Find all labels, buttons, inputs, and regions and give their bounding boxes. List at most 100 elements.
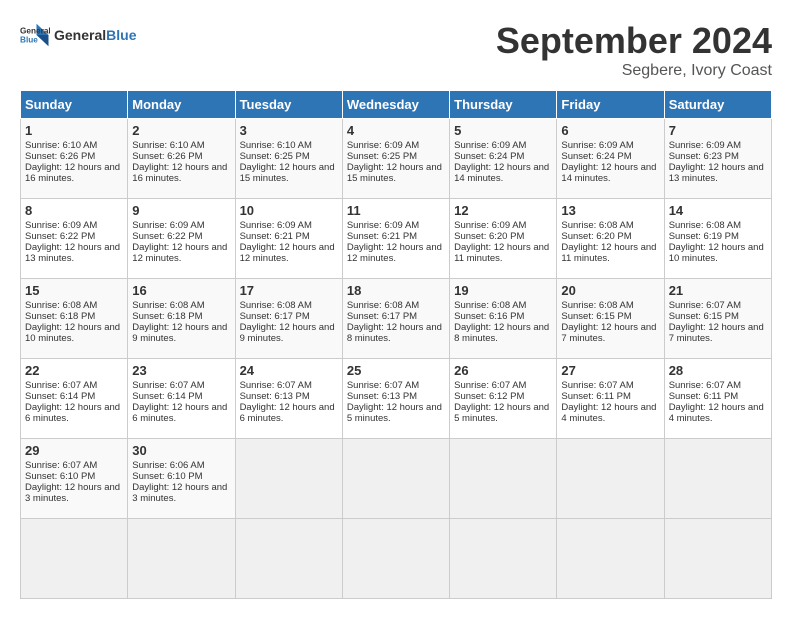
sunrise-label-10: Sunrise: 6:09 AM: [240, 220, 312, 231]
sunrise-label-28: Sunrise: 6:07 AM: [669, 380, 741, 391]
daylight-label-21: Daylight: 12 hours and 7 minutes.: [669, 322, 764, 344]
day-cell-7: 7 Sunrise: 6:09 AM Sunset: 6:23 PM Dayli…: [664, 119, 771, 199]
sunset-label-3: Sunset: 6:25 PM: [240, 151, 310, 162]
sunrise-label-26: Sunrise: 6:07 AM: [454, 380, 526, 391]
sunset-label-6: Sunset: 6:24 PM: [561, 151, 631, 162]
sunset-label-30: Sunset: 6:10 PM: [132, 471, 202, 482]
empty-cell: [557, 439, 664, 519]
empty-cell: [235, 519, 342, 599]
day-number-26: 26: [454, 363, 552, 378]
sunset-label-26: Sunset: 6:12 PM: [454, 391, 524, 402]
empty-cell: [21, 519, 128, 599]
sunset-label-21: Sunset: 6:15 PM: [669, 311, 739, 322]
daylight-label-5: Daylight: 12 hours and 14 minutes.: [454, 162, 549, 184]
sunrise-label-7: Sunrise: 6:09 AM: [669, 140, 741, 151]
sunrise-label-2: Sunrise: 6:10 AM: [132, 140, 204, 151]
day-cell-4: 4 Sunrise: 6:09 AM Sunset: 6:25 PM Dayli…: [342, 119, 449, 199]
day-number-3: 3: [240, 123, 338, 138]
daylight-label-16: Daylight: 12 hours and 9 minutes.: [132, 322, 227, 344]
daylight-label-28: Daylight: 12 hours and 4 minutes.: [669, 402, 764, 424]
day-cell-14: 14 Sunrise: 6:08 AM Sunset: 6:19 PM Dayl…: [664, 199, 771, 279]
sunrise-label-9: Sunrise: 6:09 AM: [132, 220, 204, 231]
day-number-8: 8: [25, 203, 123, 218]
sunset-label-28: Sunset: 6:11 PM: [669, 391, 739, 402]
day-number-18: 18: [347, 283, 445, 298]
empty-cell: [342, 439, 449, 519]
daylight-label-29: Daylight: 12 hours and 3 minutes.: [25, 482, 120, 504]
day-cell-16: 16 Sunrise: 6:08 AM Sunset: 6:18 PM Dayl…: [128, 279, 235, 359]
day-cell-11: 11 Sunrise: 6:09 AM Sunset: 6:21 PM Dayl…: [342, 199, 449, 279]
day-cell-5: 5 Sunrise: 6:09 AM Sunset: 6:24 PM Dayli…: [450, 119, 557, 199]
day-number-27: 27: [561, 363, 659, 378]
sunset-label-11: Sunset: 6:21 PM: [347, 231, 417, 242]
day-number-13: 13: [561, 203, 659, 218]
sunrise-label-15: Sunrise: 6:08 AM: [25, 300, 97, 311]
sunset-label-7: Sunset: 6:23 PM: [669, 151, 739, 162]
sunset-label-13: Sunset: 6:20 PM: [561, 231, 631, 242]
col-thursday: Thursday: [450, 91, 557, 119]
daylight-label-9: Daylight: 12 hours and 12 minutes.: [132, 242, 227, 264]
calendar-table: Sunday Monday Tuesday Wednesday Thursday…: [20, 90, 772, 599]
daylight-label-12: Daylight: 12 hours and 11 minutes.: [454, 242, 549, 264]
day-number-24: 24: [240, 363, 338, 378]
day-number-11: 11: [347, 203, 445, 218]
day-cell-10: 10 Sunrise: 6:09 AM Sunset: 6:21 PM Dayl…: [235, 199, 342, 279]
sunrise-label-29: Sunrise: 6:07 AM: [25, 460, 97, 471]
sunset-label-19: Sunset: 6:16 PM: [454, 311, 524, 322]
daylight-label-4: Daylight: 12 hours and 15 minutes.: [347, 162, 442, 184]
daylight-label-2: Daylight: 12 hours and 16 minutes.: [132, 162, 227, 184]
sunset-label-1: Sunset: 6:26 PM: [25, 151, 95, 162]
calendar-week-2: 8 Sunrise: 6:09 AM Sunset: 6:22 PM Dayli…: [21, 199, 772, 279]
sunset-label-29: Sunset: 6:10 PM: [25, 471, 95, 482]
daylight-label-8: Daylight: 12 hours and 13 minutes.: [25, 242, 120, 264]
col-tuesday: Tuesday: [235, 91, 342, 119]
daylight-label-24: Daylight: 12 hours and 6 minutes.: [240, 402, 335, 424]
col-monday: Monday: [128, 91, 235, 119]
sunrise-label-8: Sunrise: 6:09 AM: [25, 220, 97, 231]
day-number-7: 7: [669, 123, 767, 138]
daylight-label-25: Daylight: 12 hours and 5 minutes.: [347, 402, 442, 424]
sunrise-label-25: Sunrise: 6:07 AM: [347, 380, 419, 391]
daylight-label-15: Daylight: 12 hours and 10 minutes.: [25, 322, 120, 344]
daylight-label-18: Daylight: 12 hours and 8 minutes.: [347, 322, 442, 344]
day-cell-30: 30 Sunrise: 6:06 AM Sunset: 6:10 PM Dayl…: [128, 439, 235, 519]
day-number-1: 1: [25, 123, 123, 138]
col-friday: Friday: [557, 91, 664, 119]
day-number-22: 22: [25, 363, 123, 378]
sunset-label-8: Sunset: 6:22 PM: [25, 231, 95, 242]
day-cell-6: 6 Sunrise: 6:09 AM Sunset: 6:24 PM Dayli…: [557, 119, 664, 199]
day-number-6: 6: [561, 123, 659, 138]
empty-cell: [235, 439, 342, 519]
svg-text:Blue: Blue: [20, 36, 38, 45]
sunset-label-14: Sunset: 6:19 PM: [669, 231, 739, 242]
day-number-14: 14: [669, 203, 767, 218]
daylight-label-26: Daylight: 12 hours and 5 minutes.: [454, 402, 549, 424]
day-number-17: 17: [240, 283, 338, 298]
day-cell-27: 27 Sunrise: 6:07 AM Sunset: 6:11 PM Dayl…: [557, 359, 664, 439]
title-block: September 2024 Segbere, Ivory Coast: [496, 20, 772, 80]
day-number-12: 12: [454, 203, 552, 218]
day-number-10: 10: [240, 203, 338, 218]
day-cell-23: 23 Sunrise: 6:07 AM Sunset: 6:14 PM Dayl…: [128, 359, 235, 439]
day-number-23: 23: [132, 363, 230, 378]
day-number-5: 5: [454, 123, 552, 138]
sunrise-label-11: Sunrise: 6:09 AM: [347, 220, 419, 231]
sunset-label-18: Sunset: 6:17 PM: [347, 311, 417, 322]
calendar-week-5: 29 Sunrise: 6:07 AM Sunset: 6:10 PM Dayl…: [21, 439, 772, 519]
daylight-label-23: Daylight: 12 hours and 6 minutes.: [132, 402, 227, 424]
sunrise-label-3: Sunrise: 6:10 AM: [240, 140, 312, 151]
sunrise-label-18: Sunrise: 6:08 AM: [347, 300, 419, 311]
sunrise-label-19: Sunrise: 6:08 AM: [454, 300, 526, 311]
day-number-15: 15: [25, 283, 123, 298]
sunset-label-2: Sunset: 6:26 PM: [132, 151, 202, 162]
empty-cell: [450, 519, 557, 599]
calendar-week-4: 22 Sunrise: 6:07 AM Sunset: 6:14 PM Dayl…: [21, 359, 772, 439]
daylight-label-7: Daylight: 12 hours and 13 minutes.: [669, 162, 764, 184]
day-number-4: 4: [347, 123, 445, 138]
col-wednesday: Wednesday: [342, 91, 449, 119]
sunset-label-25: Sunset: 6:13 PM: [347, 391, 417, 402]
day-cell-28: 28 Sunrise: 6:07 AM Sunset: 6:11 PM Dayl…: [664, 359, 771, 439]
svg-text:General: General: [20, 27, 50, 36]
empty-cell: [450, 439, 557, 519]
daylight-label-11: Daylight: 12 hours and 12 minutes.: [347, 242, 442, 264]
